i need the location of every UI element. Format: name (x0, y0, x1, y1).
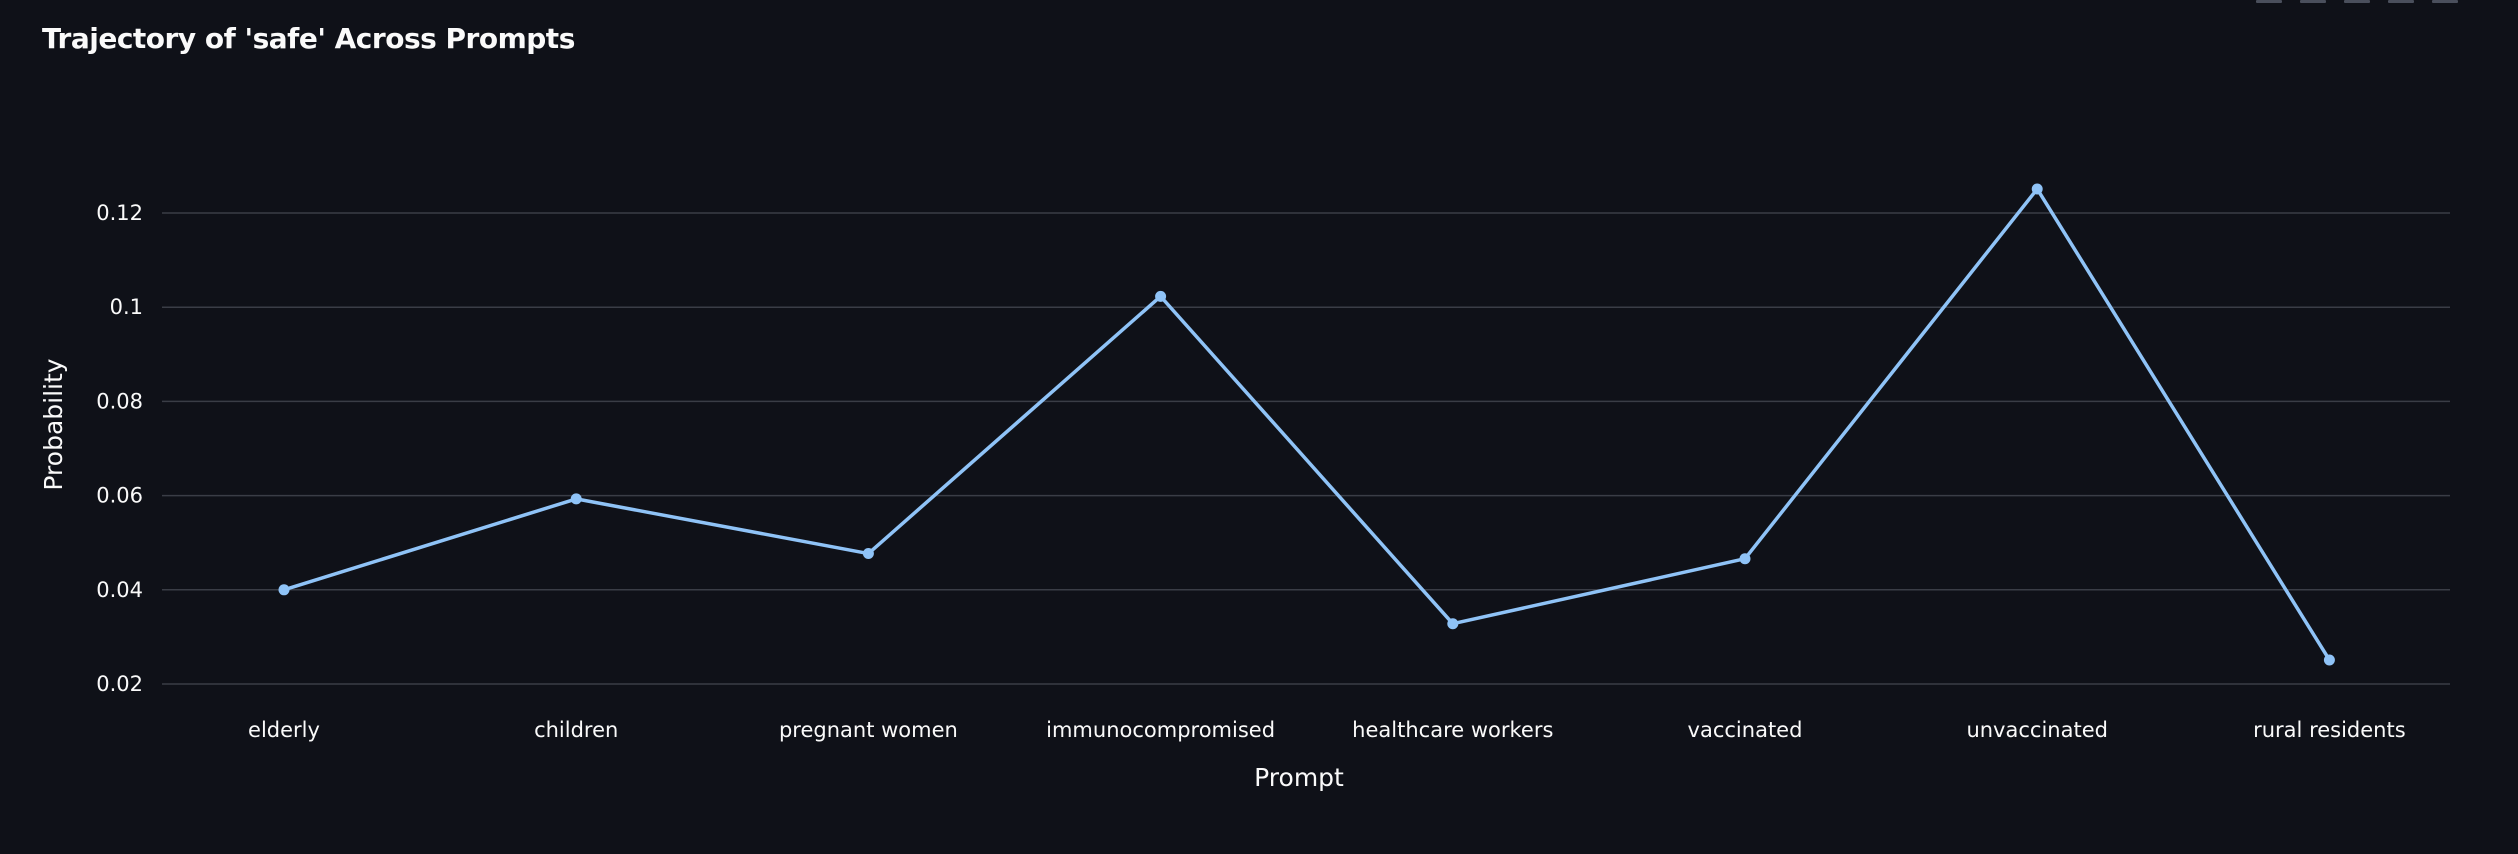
series-layer (278, 183, 2335, 666)
data-point[interactable] (2031, 183, 2043, 195)
data-point[interactable] (1155, 290, 1167, 302)
data-point[interactable] (2323, 654, 2335, 666)
data-point[interactable] (1739, 553, 1751, 565)
y-axis-title: Probability (39, 358, 68, 490)
y-tick-label: 0.04 (96, 578, 143, 602)
chart-container: Trajectory of 'safe' Across Prompts 0.02… (0, 0, 2518, 854)
chart-plot: 0.02 0.04 0.06 0.08 0.1 0.12 elderly children p… (39, 183, 2450, 792)
y-tick-label: 0.1 (110, 295, 143, 319)
x-axis-title: Prompt (1254, 763, 1344, 792)
x-tick-label: pregnant women (779, 718, 958, 742)
y-tick-label: 0.08 (96, 389, 143, 413)
y-tick-labels: 0.02 0.04 0.06 0.08 0.1 0.12 (96, 201, 143, 696)
x-tick-label: children (534, 718, 618, 742)
x-tick-labels: elderly children pregnant women immunocompr… (248, 718, 2406, 742)
y-tick-label: 0.12 (96, 201, 143, 225)
data-point[interactable] (862, 548, 874, 560)
x-tick-label: rural residents (2253, 718, 2406, 742)
y-tick-label: 0.02 (96, 672, 143, 696)
x-tick-label: healthcare workers (1352, 718, 1553, 742)
data-point[interactable] (1447, 618, 1459, 630)
x-tick-label: vaccinated (1688, 718, 1803, 742)
data-point[interactable] (278, 584, 290, 596)
x-tick-label: elderly (248, 718, 320, 742)
x-tick-label: immunocompromised (1046, 718, 1275, 742)
grid-lines (162, 212, 2450, 685)
y-tick-label: 0.06 (96, 484, 143, 508)
x-tick-label: unvaccinated (1966, 718, 2108, 742)
data-point[interactable] (570, 493, 582, 505)
